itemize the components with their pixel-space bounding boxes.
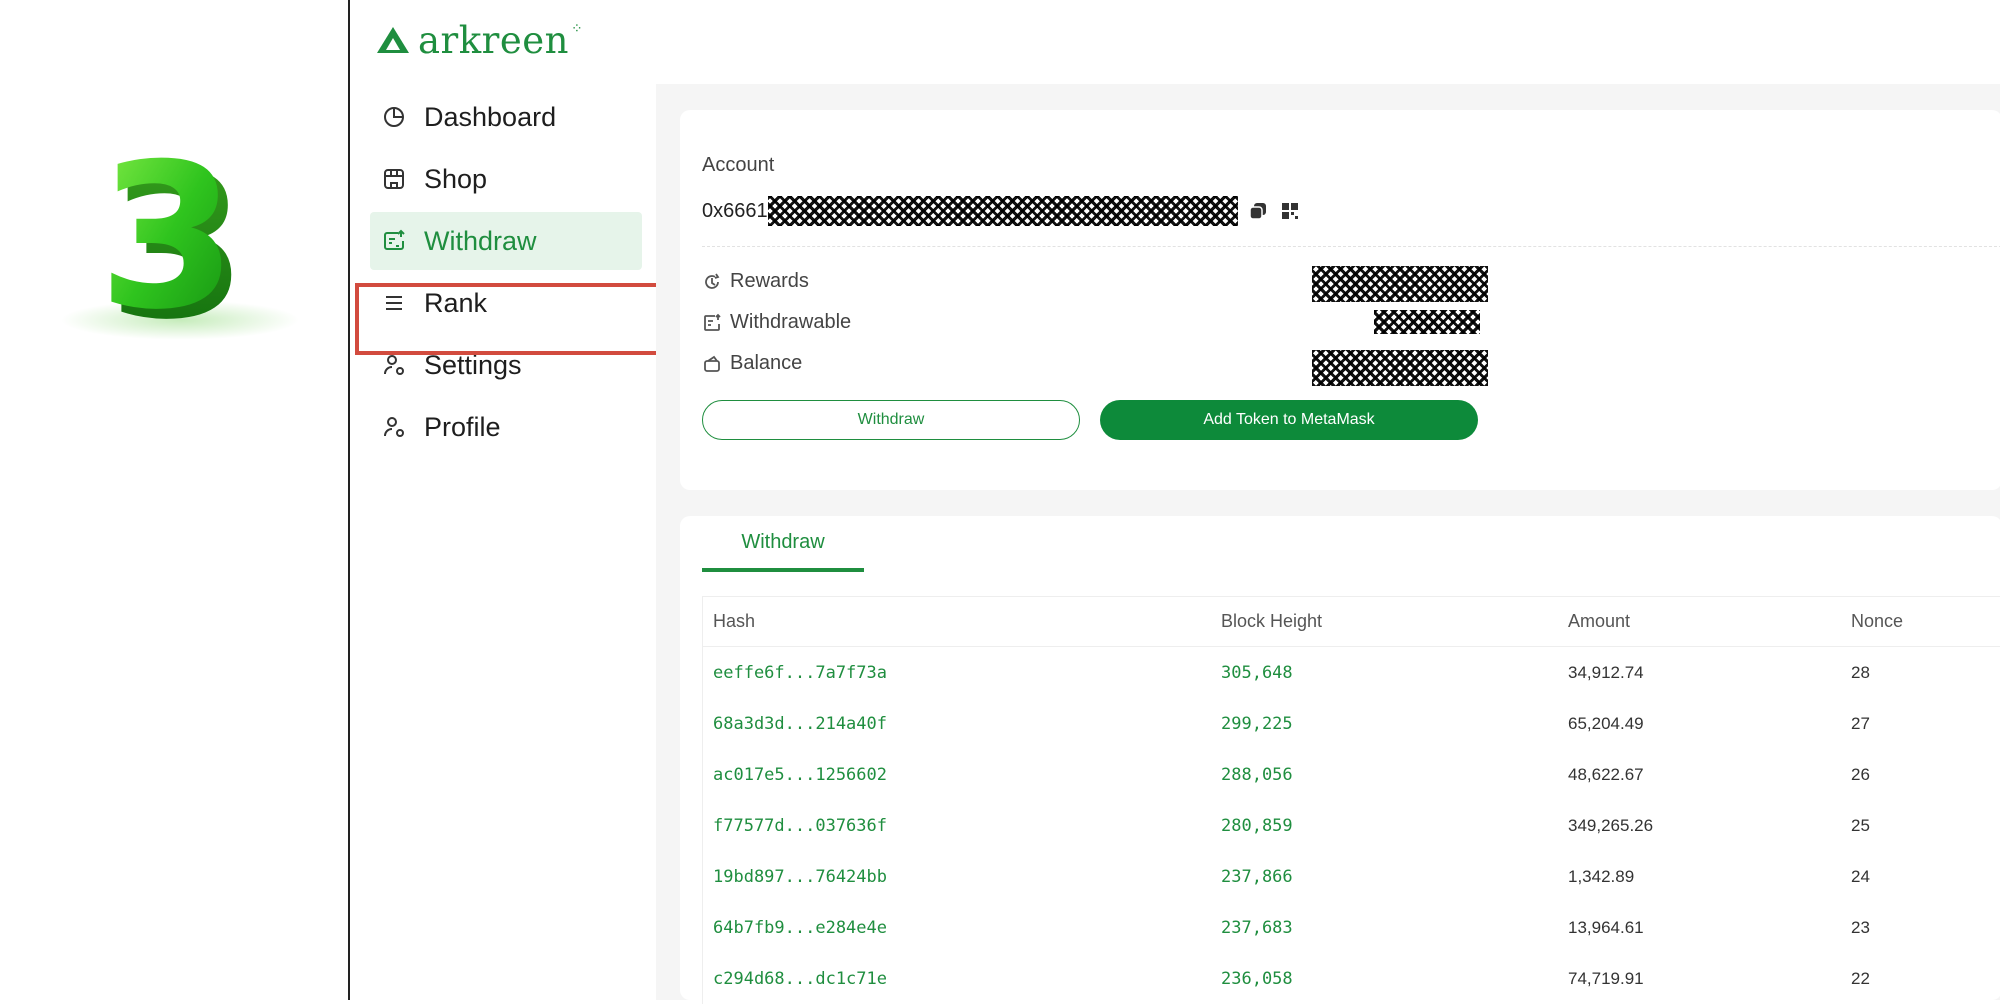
account-address-prefix: 0x6661 [702,199,768,222]
amount-cell: 1,342.89 [1568,866,1635,886]
block-height-link[interactable]: 299,225 [1211,714,1558,734]
sidebar: arkreen ⁘ Dashboard Shop Withdraw Rank S… [350,0,663,1000]
stat-label: Rewards [730,270,809,292]
sidebar-item-shop[interactable]: Shop [370,150,642,208]
user-gear-icon [380,413,408,441]
withdraw-highlight-annotation [355,283,663,355]
sidebar-item-dashboard[interactable]: Dashboard [370,88,642,146]
nonce-cell: 25 [1851,815,1870,835]
brand-logo[interactable]: arkreen ⁘ [376,18,583,62]
amount-cell: 349,265.26 [1568,815,1654,835]
table-row: c294d68...dc1c71e 236,058 74,719.91 22 [703,953,2000,1004]
logo-dots-icon: ⁘ [570,19,583,36]
table-row: 68a3d3d...214a40f 299,225 65,204.49 27 [703,698,2000,749]
hash-link[interactable]: 19bd897...76424bb [703,867,1211,887]
withdraw-icon [704,313,721,331]
sidebar-item-profile[interactable]: Profile [370,398,642,456]
main-content: Account 0x6661 Rewards Withdrawable Bala… [656,84,2000,1004]
divider [702,246,2000,247]
amount-cell: 48,622.67 [1568,764,1644,784]
column-header-amount[interactable]: Amount [1558,611,1841,632]
amount-cell: 34,912.74 [1568,662,1644,682]
arkreen-logo-icon [377,27,409,53]
account-card: Account 0x6661 Rewards Withdrawable Bala… [680,110,2000,490]
nonce-cell: 24 [1851,866,1870,886]
amount-cell: 65,204.49 [1568,713,1644,733]
stat-withdrawable: Withdrawable [702,311,851,334]
block-height-link[interactable]: 237,866 [1211,867,1558,887]
withdraw-button[interactable]: Withdraw [702,400,1080,440]
sidebar-item-label: Profile [424,411,501,442]
column-header-hash[interactable]: Hash [703,611,1211,632]
stat-label: Withdrawable [730,311,852,333]
nonce-cell: 27 [1851,713,1870,733]
withdrawable-value-redacted [1374,310,1480,334]
address-redaction [767,196,1238,226]
brand-name: arkreen [418,18,569,62]
account-title: Account [702,154,775,176]
amount-cell: 74,719.91 [1568,968,1644,988]
hash-link[interactable]: eeffe6f...7a7f73a [703,663,1211,683]
svg-text:3: 3 [98,121,237,340]
stat-label: Balance [730,352,803,374]
hash-link[interactable]: c294d68...dc1c71e [703,969,1211,989]
hash-link[interactable]: f77577d...037636f [703,816,1211,836]
stat-balance: Balance [702,352,802,375]
nonce-cell: 28 [1851,662,1870,682]
add-token-metamask-button[interactable]: Add Token to MetaMask [1100,400,1478,440]
nonce-cell: 23 [1851,917,1870,937]
table-row: 19bd897...76424bb 237,866 1,342.89 24 [703,851,2000,902]
wallet-icon [704,355,720,372]
block-height-link[interactable]: 305,648 [1211,663,1558,683]
block-height-link[interactable]: 237,683 [1211,918,1558,938]
rewards-value-redacted [1312,266,1488,302]
table-row: f77577d...037636f 280,859 349,265.26 25 [703,800,2000,851]
table-row: 64b7fb9...e284e4e 237,683 13,964.61 23 [703,902,2000,953]
hash-link[interactable]: 68a3d3d...214a40f [703,714,1211,734]
hash-link[interactable]: ac017e5...1256602 [703,765,1211,785]
nonce-cell: 22 [1851,968,1870,988]
store-icon [380,165,408,193]
column-header-nonce[interactable]: Nonce [1841,611,2000,632]
nonce-cell: 26 [1851,764,1870,784]
balance-value-redacted [1312,350,1488,386]
sidebar-nav: Dashboard Shop Withdraw Rank Settings Pr… [355,88,663,460]
stat-rewards: Rewards [702,270,809,293]
user-gear-icon [380,351,408,379]
account-address: 0x6661 [702,196,1300,226]
amount-cell: 13,964.61 [1568,917,1644,937]
app-window: arkreen ⁘ Dashboard Shop Withdraw Rank S… [348,0,2000,1004]
pie-chart-icon [380,103,408,131]
table-row: ac017e5...1256602 288,056 48,622.67 26 [703,749,2000,800]
copy-icon[interactable] [1248,201,1268,221]
table-header: Hash Block Height Amount Nonce [703,597,2000,647]
sidebar-item-label: Shop [424,163,488,194]
tab-withdraw[interactable]: Withdraw [702,516,864,572]
sidebar-item-label: Dashboard [424,101,557,132]
column-header-block-height[interactable]: Block Height [1211,611,1558,632]
qr-code-icon[interactable] [1280,201,1300,221]
block-height-link[interactable]: 288,056 [1211,765,1558,785]
withdraw-table: Hash Block Height Amount Nonce eeffe6f..… [702,596,2000,1004]
hash-link[interactable]: 64b7fb9...e284e4e [703,918,1211,938]
withdraw-icon [380,227,408,255]
rewards-icon [705,273,720,289]
withdraw-history-card: Withdraw Hash Block Height Amount Nonce … [680,516,2000,1004]
block-height-link[interactable]: 280,859 [1211,816,1558,836]
sidebar-item-withdraw[interactable]: Withdraw [370,212,642,270]
sidebar-item-label: Withdraw [424,225,537,256]
block-height-link[interactable]: 236,058 [1211,969,1558,989]
table-row: eeffe6f...7a7f73a 305,648 34,912.74 28 [703,647,2000,698]
step-number-badge: 3 3 [98,121,247,340]
